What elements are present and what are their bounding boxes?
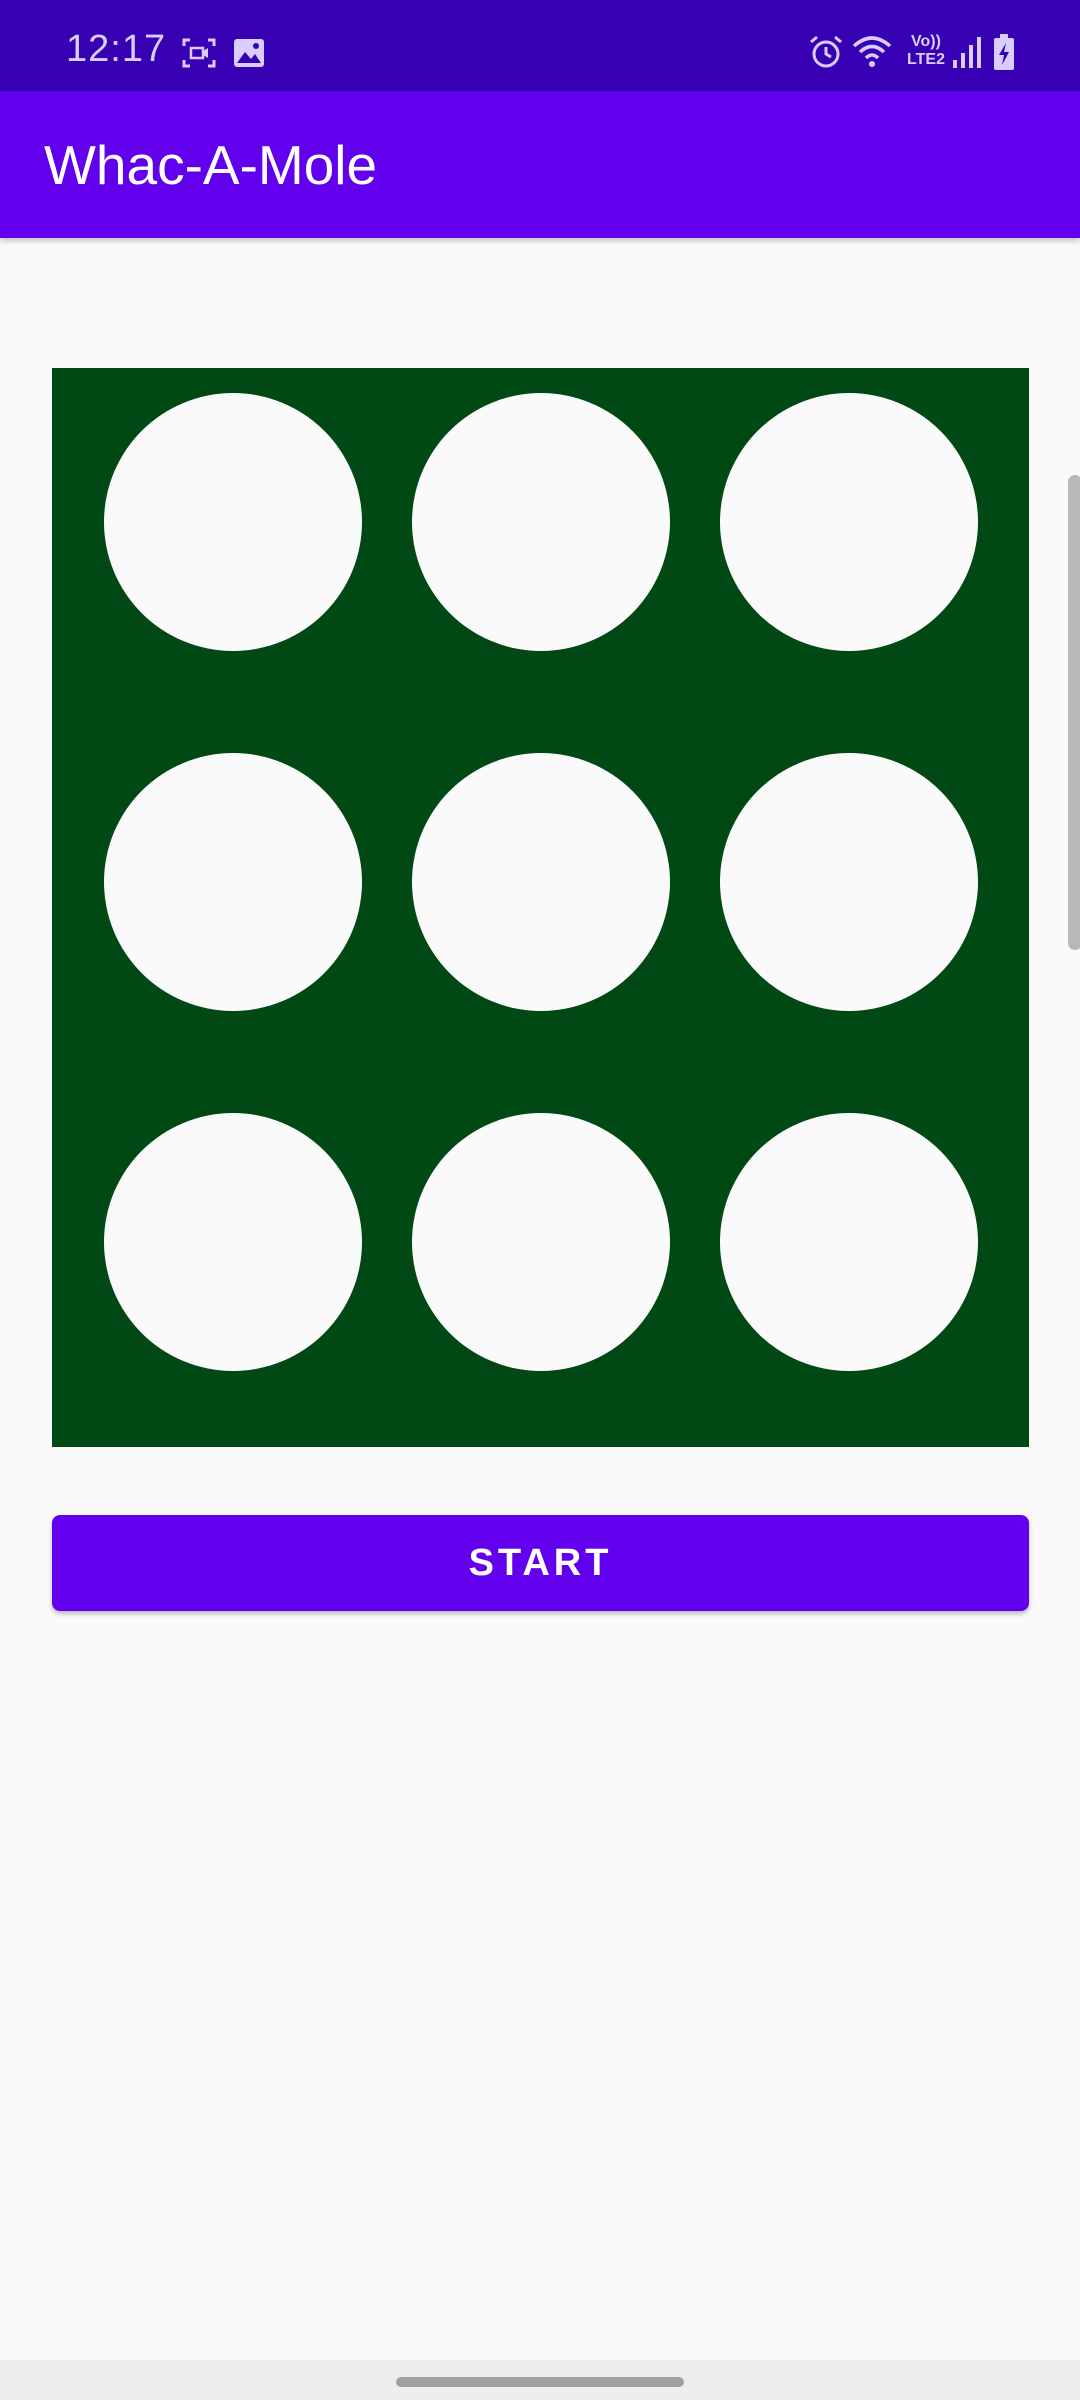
alarm-icon bbox=[808, 34, 844, 75]
app-title: Whac-A-Mole bbox=[44, 134, 378, 196]
app-bar: Whac-A-Mole bbox=[0, 91, 1080, 238]
navigation-bar bbox=[0, 2360, 1080, 2400]
mole-hole-2-3[interactable] bbox=[720, 753, 978, 1011]
scrollbar[interactable] bbox=[1068, 475, 1080, 950]
wifi-icon bbox=[852, 34, 892, 73]
signal-icon bbox=[952, 36, 982, 75]
status-time: 12:17 bbox=[66, 28, 167, 70]
home-gesture-handle[interactable] bbox=[396, 2377, 684, 2387]
mole-hole-3-2[interactable] bbox=[412, 1113, 670, 1371]
volte-lte-icon: Vo)) LTE2 bbox=[907, 33, 945, 68]
game-board bbox=[52, 368, 1029, 1447]
status-bar: 12:17 Vo)) LTE2 bbox=[0, 0, 1080, 91]
mole-hole-2-1[interactable] bbox=[104, 753, 362, 1011]
gallery-icon bbox=[233, 38, 265, 73]
mole-hole-1-3[interactable] bbox=[720, 393, 978, 651]
mole-hole-3-3[interactable] bbox=[720, 1113, 978, 1371]
mole-hole-1-1[interactable] bbox=[104, 393, 362, 651]
battery-charging-icon bbox=[992, 34, 1016, 77]
screen-record-icon bbox=[182, 38, 216, 73]
start-button[interactable]: START bbox=[52, 1515, 1029, 1611]
mole-hole-3-1[interactable] bbox=[104, 1113, 362, 1371]
mole-hole-1-2[interactable] bbox=[412, 393, 670, 651]
mole-hole-2-2[interactable] bbox=[412, 753, 670, 1011]
